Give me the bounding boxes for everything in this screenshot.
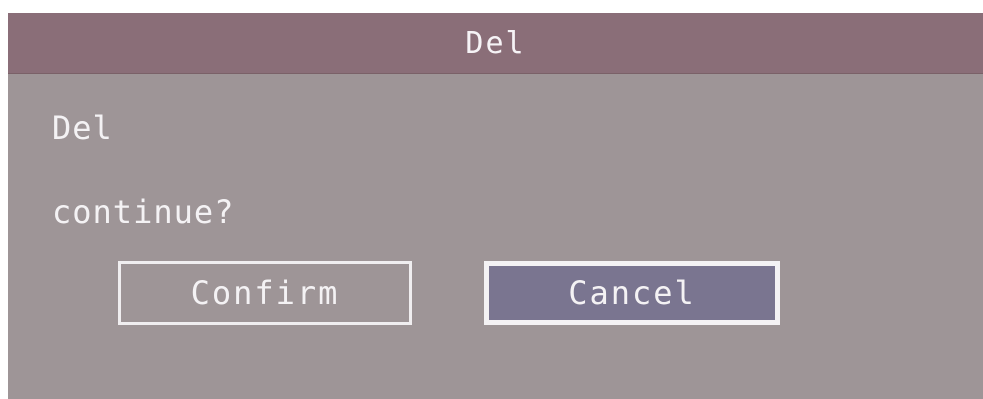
confirm-button-label: Confirm	[190, 274, 340, 312]
dialog-title-bar: Del	[8, 13, 983, 74]
cancel-button-label: Cancel	[568, 274, 696, 312]
dialog-title: Del	[465, 25, 526, 61]
confirm-button[interactable]: Confirm	[118, 261, 412, 325]
dialog-message-action: Del	[52, 109, 113, 147]
delete-dialog: Del Del continue? Confirm Cancel	[8, 13, 983, 399]
dialog-message-prompt: continue?	[52, 193, 235, 231]
cancel-button[interactable]: Cancel	[484, 261, 780, 325]
